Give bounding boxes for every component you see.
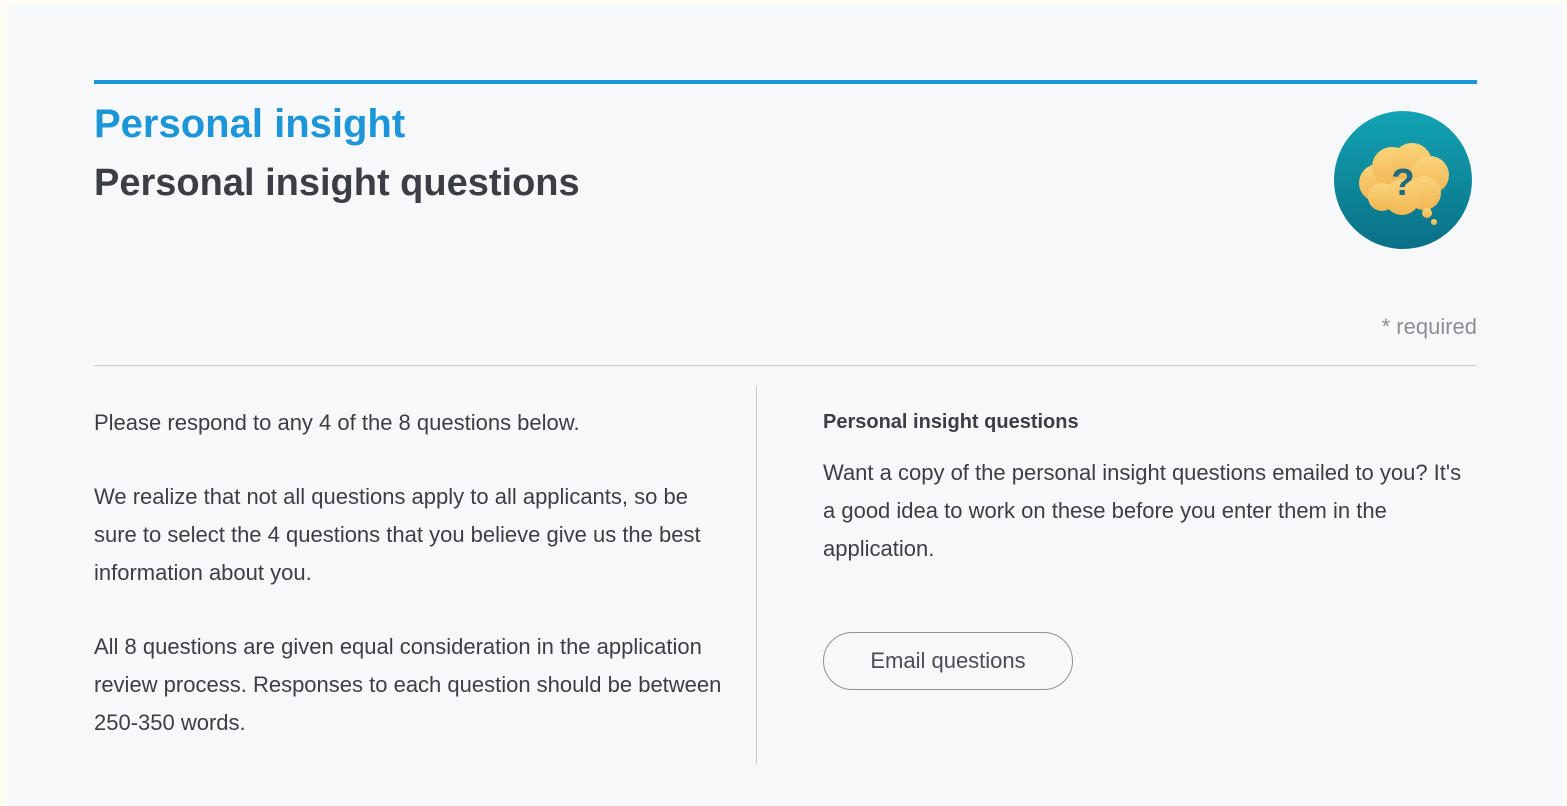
page: Personal insight Personal insight questi… bbox=[7, 4, 1563, 806]
column-divider bbox=[756, 386, 757, 764]
email-panel-heading: Personal insight questions bbox=[823, 411, 1079, 433]
section-title: Personal insight bbox=[94, 102, 406, 146]
email-panel: Personal insight questions Want a copy o… bbox=[823, 408, 1473, 568]
thought-bubble-question-icon: ? bbox=[1334, 111, 1472, 249]
page-title: Personal insight questions bbox=[94, 162, 580, 204]
section-divider bbox=[94, 365, 1477, 366]
required-note: * required bbox=[1381, 314, 1477, 339]
email-questions-button[interactable]: Email questions bbox=[823, 632, 1073, 690]
instructions-column: Please respond to any 4 of the 8 questio… bbox=[94, 404, 724, 778]
question-mark-glyph: ? bbox=[1391, 162, 1414, 204]
email-panel-text: Want a copy of the personal insight ques… bbox=[823, 460, 1462, 561]
instruction-paragraph: We realize that not all questions apply … bbox=[94, 484, 701, 585]
instruction-paragraph: Please respond to any 4 of the 8 questio… bbox=[94, 410, 580, 435]
header-accent-rule bbox=[94, 80, 1477, 84]
instruction-paragraph: All 8 questions are given equal consider… bbox=[94, 634, 722, 735]
